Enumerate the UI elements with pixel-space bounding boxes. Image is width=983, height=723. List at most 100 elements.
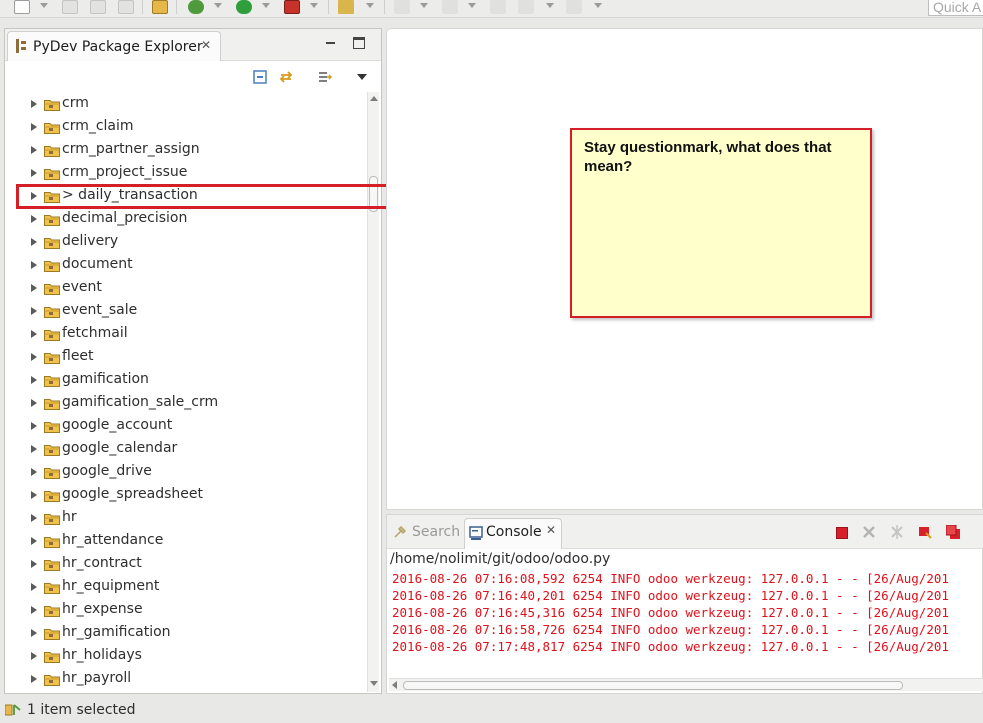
tree-item[interactable]: event: [5, 277, 367, 300]
print-icon[interactable]: [118, 0, 134, 14]
terminate-icon[interactable]: [836, 527, 848, 539]
quick-access-input[interactable]: Quick A: [928, 0, 983, 16]
next-annotation-dropdown-icon[interactable]: [420, 3, 428, 8]
tree-item[interactable]: hr_gamification: [5, 622, 367, 645]
expand-arrow-icon[interactable]: [31, 514, 37, 522]
run-dropdown-icon[interactable]: [262, 3, 270, 8]
tree-item[interactable]: hr_contract: [5, 553, 367, 576]
tree-item[interactable]: google_drive: [5, 461, 367, 484]
scroll-up-icon[interactable]: [370, 96, 378, 101]
expand-arrow-icon[interactable]: [31, 353, 37, 361]
open-project-icon[interactable]: [152, 0, 168, 14]
external-tools-dropdown-icon[interactable]: [310, 3, 318, 8]
new-dropdown-icon[interactable]: [40, 3, 48, 8]
tree-item[interactable]: gamification_sale_crm: [5, 392, 367, 415]
tree-item[interactable]: decimal_precision: [5, 208, 367, 231]
tree-item[interactable]: fetchmail: [5, 323, 367, 346]
console-output[interactable]: 2016-08-26 07:16:08,592 6254 INFO odoo w…: [392, 570, 983, 660]
pen-icon[interactable]: [338, 0, 354, 14]
tree-item[interactable]: fleet: [5, 346, 367, 369]
link-with-editor-icon[interactable]: [279, 70, 293, 84]
expand-arrow-icon[interactable]: [31, 123, 37, 131]
last-edit-icon[interactable]: [490, 0, 506, 14]
tree-item[interactable]: crm_partner_assign: [5, 139, 367, 162]
scroll-down-icon[interactable]: [370, 681, 378, 686]
console-horizontal-scrollbar[interactable]: [389, 678, 983, 691]
expand-arrow-icon[interactable]: [31, 399, 37, 407]
tree-item[interactable]: gamification: [5, 369, 367, 392]
tab-package-explorer[interactable]: PyDev Package Explorer ✕: [7, 31, 221, 61]
view-menu-icon[interactable]: [357, 74, 367, 80]
tree-item[interactable]: google_calendar: [5, 438, 367, 461]
scrollbar-thumb[interactable]: [403, 681, 903, 690]
close-icon[interactable]: ✕: [546, 523, 556, 537]
debug-dropdown-icon[interactable]: [214, 3, 222, 8]
collapse-all-icon[interactable]: [253, 70, 267, 84]
clear-console-icon[interactable]: [918, 525, 932, 539]
tree-item[interactable]: google_spreadsheet: [5, 484, 367, 507]
pin-console-icon[interactable]: [945, 524, 960, 539]
pen-dropdown-icon[interactable]: [366, 3, 374, 8]
tree-item[interactable]: delivery: [5, 231, 367, 254]
toolbar-separator: [176, 0, 177, 14]
filter-icon[interactable]: [318, 70, 333, 84]
expand-arrow-icon[interactable]: [31, 629, 37, 637]
next-annotation-icon[interactable]: [394, 0, 410, 14]
close-icon[interactable]: ✕: [201, 38, 211, 52]
tree-item[interactable]: hr_payroll: [5, 668, 367, 691]
explorer-vertical-scrollbar[interactable]: [367, 92, 379, 692]
tree-item[interactable]: crm: [5, 93, 367, 116]
expand-arrow-icon[interactable]: [31, 307, 37, 315]
back-icon[interactable]: [518, 0, 534, 14]
forward-dropdown-icon[interactable]: [594, 3, 602, 8]
external-tools-icon[interactable]: [284, 0, 300, 14]
tree-item[interactable]: hr_holidays: [5, 645, 367, 668]
expand-arrow-icon[interactable]: [31, 330, 37, 338]
tree-item[interactable]: crm_project_issue: [5, 162, 367, 185]
back-dropdown-icon[interactable]: [546, 3, 554, 8]
save-all-icon[interactable]: [90, 0, 106, 14]
tree-item[interactable]: event_sale: [5, 300, 367, 323]
tab-search[interactable]: Search: [391, 520, 461, 548]
tree-item[interactable]: google_account: [5, 415, 367, 438]
tab-console[interactable]: Console ✕: [464, 518, 562, 549]
run-icon[interactable]: [236, 0, 252, 14]
package-folder-icon: [44, 536, 60, 548]
save-icon[interactable]: [62, 0, 78, 14]
debug-icon[interactable]: [188, 0, 204, 14]
remove-all-terminated-icon[interactable]: [890, 525, 904, 539]
expand-arrow-icon[interactable]: [31, 100, 37, 108]
expand-arrow-icon[interactable]: [31, 606, 37, 614]
maximize-button[interactable]: [353, 37, 365, 49]
tree-item[interactable]: hr: [5, 507, 367, 530]
previous-annotation-icon[interactable]: [442, 0, 458, 14]
expand-arrow-icon[interactable]: [31, 560, 37, 568]
expand-arrow-icon[interactable]: [31, 445, 37, 453]
new-file-icon[interactable]: [14, 0, 30, 14]
expand-arrow-icon[interactable]: [31, 468, 37, 476]
scroll-left-icon[interactable]: [392, 681, 397, 689]
expand-arrow-icon[interactable]: [31, 422, 37, 430]
minimize-button[interactable]: [325, 37, 337, 49]
expand-arrow-icon[interactable]: [31, 169, 37, 177]
tree-item[interactable]: hr_attendance: [5, 530, 367, 553]
console-tab-bar: Search Console ✕: [387, 515, 983, 549]
expand-arrow-icon[interactable]: [31, 491, 37, 499]
expand-arrow-icon[interactable]: [31, 146, 37, 154]
expand-arrow-icon[interactable]: [31, 652, 37, 660]
previous-annotation-dropdown-icon[interactable]: [468, 3, 476, 8]
tree-item[interactable]: hr_equipment: [5, 576, 367, 599]
tree-item[interactable]: crm_claim: [5, 116, 367, 139]
expand-arrow-icon[interactable]: [31, 238, 37, 246]
tree-item[interactable]: document: [5, 254, 367, 277]
expand-arrow-icon[interactable]: [31, 284, 37, 292]
expand-arrow-icon[interactable]: [31, 215, 37, 223]
expand-arrow-icon[interactable]: [31, 261, 37, 269]
expand-arrow-icon[interactable]: [31, 675, 37, 683]
expand-arrow-icon[interactable]: [31, 376, 37, 384]
remove-launch-icon[interactable]: [862, 525, 876, 539]
forward-icon[interactable]: [566, 0, 582, 14]
tree-item[interactable]: hr_expense: [5, 599, 367, 622]
expand-arrow-icon[interactable]: [31, 537, 37, 545]
expand-arrow-icon[interactable]: [31, 583, 37, 591]
